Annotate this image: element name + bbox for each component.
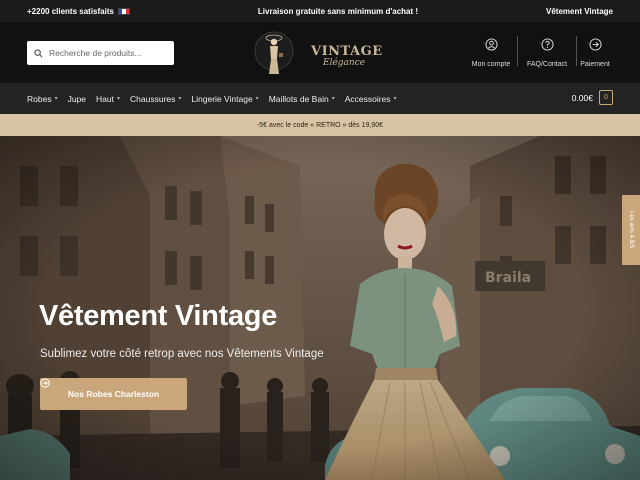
chevron-down-icon: ▾ bbox=[54, 96, 58, 102]
chevron-down-icon: ▾ bbox=[331, 96, 335, 102]
satisfied-clients: +2200 clients satisfaits bbox=[27, 7, 130, 16]
reviews-tab-label: Les avis 4.8/5 bbox=[628, 211, 634, 249]
nav-label: Accessoires bbox=[344, 93, 391, 104]
chevron-down-icon: ▾ bbox=[178, 96, 182, 102]
logo-lady-icon bbox=[254, 31, 294, 74]
search-icon bbox=[34, 48, 43, 58]
free-shipping-text: Livraison gratuite sans minimum d'achat … bbox=[257, 6, 419, 16]
chevron-down-icon: ▾ bbox=[117, 96, 121, 102]
nav-item-robes[interactable]: Robes ▾ bbox=[27, 94, 58, 104]
hero-button-label: Nos Robes Charleston bbox=[67, 389, 160, 399]
search-input[interactable] bbox=[49, 48, 169, 58]
shop-charleston-dresses-button[interactable]: Nos Robes Charleston bbox=[40, 378, 187, 410]
payment-label: Paiement bbox=[580, 61, 610, 68]
nav-label: Maillots de Bain bbox=[268, 93, 329, 104]
hero-banner: Braila bbox=[0, 136, 640, 480]
logo-script: Elégance bbox=[323, 58, 366, 68]
nav-label: Lingerie Vintage bbox=[191, 93, 253, 104]
cart-button[interactable]: 0.00€ 0 bbox=[572, 90, 613, 105]
satisfied-clients-text: +2200 clients satisfaits bbox=[27, 6, 114, 16]
nav-label: Chaussures bbox=[130, 93, 176, 104]
arrow-right-circle-icon bbox=[40, 378, 50, 388]
topbar-right-link[interactable]: Vêtement Vintage bbox=[546, 7, 613, 16]
nav-label: Robes bbox=[27, 93, 52, 104]
faq-label: FAQ/Contact bbox=[526, 61, 568, 68]
nav-label: Jupe bbox=[67, 93, 87, 104]
user-icon bbox=[484, 38, 498, 51]
nav-item-jupe[interactable]: Jupe bbox=[68, 94, 86, 104]
chevron-down-icon: ▾ bbox=[255, 96, 259, 102]
nav-item-lingerie[interactable]: Lingerie Vintage ▾ bbox=[191, 94, 258, 104]
chevron-down-icon: ▾ bbox=[393, 96, 397, 102]
question-icon bbox=[540, 38, 554, 51]
nav-item-accessoires[interactable]: Accessoires ▾ bbox=[345, 94, 397, 104]
flag-icon bbox=[117, 7, 130, 15]
nav-item-haut[interactable]: Haut ▾ bbox=[96, 94, 120, 104]
hero-title: Vêtement Vintage bbox=[39, 300, 278, 332]
arrow-right-circle-icon bbox=[588, 38, 602, 51]
nav-item-maillots[interactable]: Maillots de Bain ▾ bbox=[269, 94, 335, 104]
faq-link[interactable]: FAQ/Contact bbox=[518, 36, 576, 70]
top-bar: +2200 clients satisfaits Livraison gratu… bbox=[0, 0, 640, 22]
site-logo[interactable]: VINTAGE Elégance bbox=[253, 28, 382, 78]
header-links: Mon compte FAQ/Contact Paiement bbox=[465, 36, 613, 70]
search-box[interactable] bbox=[27, 41, 174, 65]
main-nav: Robes ▾ Jupe Haut ▾ Chaussures ▾ Lingerie V… bbox=[0, 83, 640, 114]
hero-subtitle: Sublimez votre côté retrop avec nos Vête… bbox=[40, 348, 324, 360]
nav-label: Haut bbox=[96, 93, 114, 104]
account-label: Mon compte bbox=[471, 61, 511, 68]
account-link[interactable]: Mon compte bbox=[465, 36, 517, 70]
logo-title: VINTAGE bbox=[311, 44, 383, 59]
reviews-side-tab[interactable]: Les avis 4.8/5 bbox=[622, 195, 640, 265]
payment-link[interactable]: Paiement bbox=[577, 36, 613, 70]
nav-item-chaussures[interactable]: Chaussures ▾ bbox=[130, 94, 181, 104]
cart-count-badge: 0 bbox=[599, 90, 613, 105]
promo-banner: -5€ avec le code « RETRO » dès 19,90€ bbox=[0, 114, 640, 136]
promo-text: -5€ avec le code « RETRO » dès 19,90€ bbox=[256, 121, 384, 129]
cart-total: 0.00€ bbox=[571, 92, 593, 103]
site-header: VINTAGE Elégance Mon compte FAQ/Contact … bbox=[0, 22, 640, 83]
